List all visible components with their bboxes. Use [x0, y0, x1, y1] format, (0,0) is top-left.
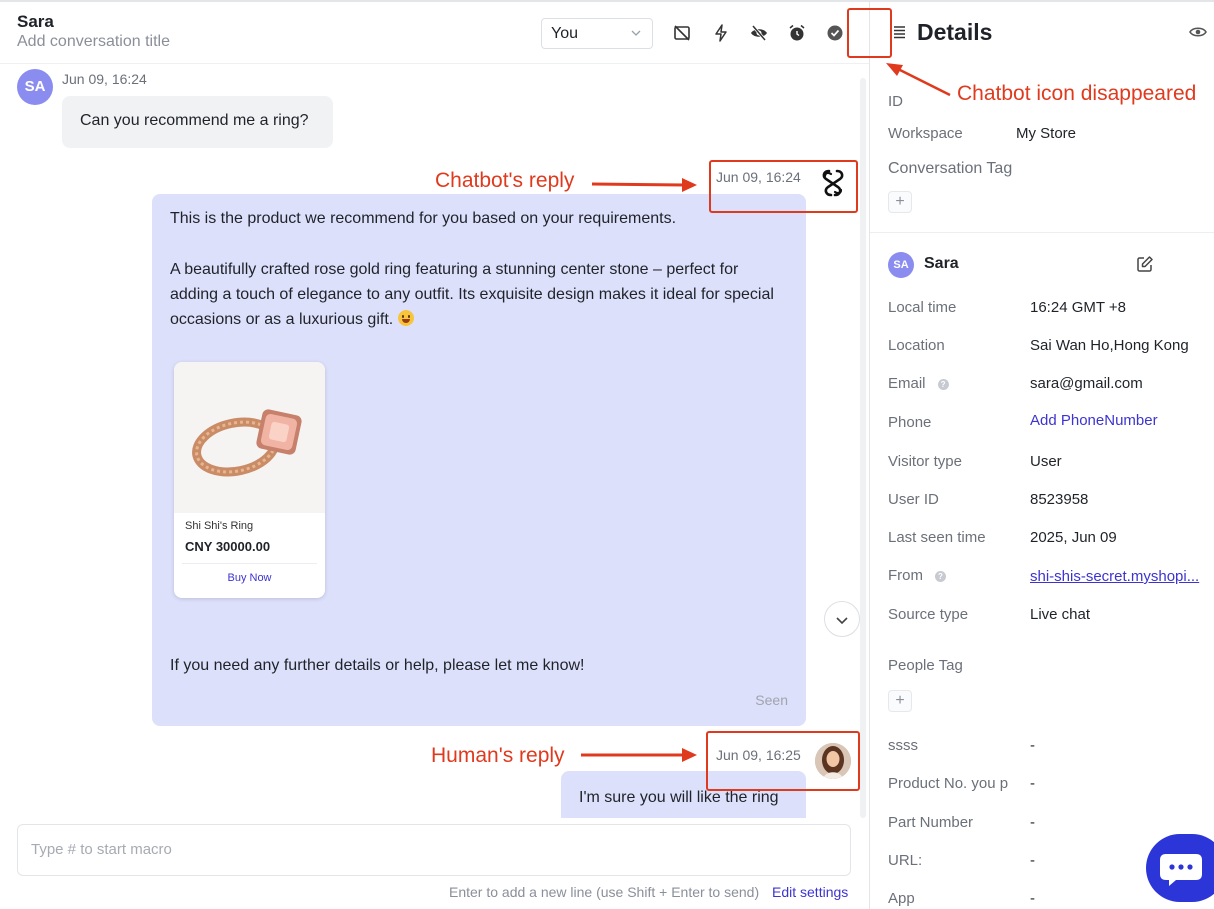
from-url-link[interactable]: shi-shis-secret.myshopi...	[1030, 568, 1199, 585]
visitor-type-value: User	[1030, 453, 1062, 470]
custom-field-label: Product No. you p	[888, 775, 1009, 792]
email-value: sara@gmail.com	[1030, 375, 1143, 392]
from-label: From?	[888, 567, 946, 584]
check-circle-icon[interactable]	[825, 23, 845, 43]
user-id-value: 8523958	[1030, 491, 1089, 508]
message-input[interactable]: Type # to start macro	[17, 824, 851, 876]
message-timestamp: Jun 09, 16:24	[62, 71, 147, 87]
eye-icon[interactable]	[1189, 25, 1207, 39]
last-seen-value: 2025, Jun 09	[1030, 529, 1117, 546]
message-input-placeholder: Type # to start macro	[31, 841, 172, 858]
info-icon[interactable]: ?	[935, 571, 946, 582]
info-icon[interactable]: ?	[937, 379, 949, 390]
annotation-chatbot-reply: Chatbot's reply	[435, 169, 575, 192]
annotation-box-chatbot-reply	[709, 160, 858, 213]
source-type-value: Live chat	[1030, 606, 1091, 623]
snooze-icon[interactable]	[787, 23, 807, 43]
assignee-select[interactable]: You	[541, 18, 653, 49]
workspace-label: Workspace	[888, 125, 963, 142]
chevron-down-icon	[836, 617, 848, 625]
custom-field-label: URL:	[888, 852, 923, 869]
user-id-label: User ID	[888, 491, 939, 508]
workspace-value: My Store	[1016, 125, 1077, 142]
message-text-body: A beautifully crafted rose gold ring fea…	[170, 261, 774, 328]
avatar: SA	[888, 252, 914, 278]
id-label: ID	[888, 93, 903, 110]
conversation-title-input[interactable]: Add conversation title	[17, 33, 170, 51]
from-label-text: From	[888, 567, 923, 584]
add-conversation-tag-button[interactable]: +	[888, 191, 912, 213]
message-text: This is the product we recommend for you…	[170, 210, 677, 227]
scroll-to-bottom-button[interactable]	[824, 601, 860, 637]
custom-field-label: ssss	[888, 737, 918, 754]
product-card[interactable]: Shi Shi's Ring CNY 30000.00 Buy Now	[174, 362, 325, 598]
conversation-tag-label: Conversation Tag	[888, 160, 1013, 177]
details-header: Details	[870, 2, 1214, 62]
last-seen-label: Last seen time	[888, 529, 986, 546]
visitor-message: Can you recommend me a ring?	[62, 96, 333, 148]
custom-field-value: -	[1030, 737, 1035, 754]
product-price: CNY 30000.00	[185, 539, 271, 554]
chat-header: Sara Add conversation title You	[0, 2, 869, 64]
smiley-emoji-icon	[397, 310, 414, 326]
email-label-text: Email	[888, 375, 926, 392]
details-title: Details	[917, 19, 993, 45]
avatar: SA	[17, 69, 53, 105]
product-image[interactable]	[174, 362, 325, 513]
phone-label: Phone	[888, 414, 932, 431]
message-text: If you need any further details or help,…	[170, 657, 585, 674]
divider	[870, 232, 1214, 233]
custom-field-value: -	[1030, 890, 1035, 907]
visitor-type-label: Visitor type	[888, 453, 962, 470]
message-text: A beautifully crafted rose gold ring fea…	[170, 257, 790, 332]
no-video-icon[interactable]	[672, 23, 692, 43]
annotation-box-human-reply	[706, 731, 860, 791]
local-time-label: Local time	[888, 299, 957, 316]
panel-divider	[869, 2, 870, 909]
annotation-chatbot-icon: Chatbot icon disappeared	[957, 82, 1197, 105]
custom-field-value: -	[1030, 852, 1035, 869]
custom-field-label: Part Number	[888, 814, 974, 831]
local-time-value: 16:24 GMT +8	[1030, 299, 1127, 316]
assignee-value: You	[551, 25, 578, 42]
composer-hint: Enter to add a new line (use Shift + Ent…	[449, 884, 760, 900]
custom-field-label: App	[888, 890, 915, 907]
eye-off-icon[interactable]	[749, 23, 769, 43]
buy-now-button[interactable]: Buy Now	[174, 572, 325, 584]
people-tag-label: People Tag	[888, 657, 963, 674]
location-label: Location	[888, 337, 945, 354]
contact-name: Sara	[924, 255, 959, 272]
list-icon[interactable]	[891, 24, 907, 40]
divider	[182, 563, 317, 564]
chatbot-message: This is the product we recommend for you…	[152, 194, 806, 726]
location-value: Sai Wan Ho,Hong Kong	[1030, 337, 1189, 354]
chat-widget-button[interactable]	[1146, 834, 1214, 902]
ring-image	[192, 409, 302, 477]
edit-icon[interactable]	[1136, 255, 1154, 273]
custom-field-value: -	[1030, 775, 1035, 792]
messages-scrollbar[interactable]	[860, 78, 866, 818]
annotation-box-missing-icon	[847, 8, 892, 58]
add-phone-number-link[interactable]: Add PhoneNumber	[1030, 412, 1158, 429]
edit-settings-link[interactable]: Edit settings	[772, 884, 848, 900]
email-label: Email?	[888, 375, 949, 392]
annotation-human-reply: Human's reply	[431, 744, 565, 767]
add-people-tag-button[interactable]: +	[888, 690, 912, 712]
seen-status: Seen	[755, 692, 788, 708]
chevron-down-icon	[631, 30, 641, 36]
lightning-icon[interactable]	[711, 23, 731, 43]
source-type-label: Source type	[888, 606, 969, 623]
custom-field-value: -	[1030, 814, 1035, 831]
chat-bubble-icon	[1160, 854, 1202, 886]
contact-name: Sara	[17, 12, 54, 31]
product-name: Shi Shi's Ring	[185, 520, 254, 532]
